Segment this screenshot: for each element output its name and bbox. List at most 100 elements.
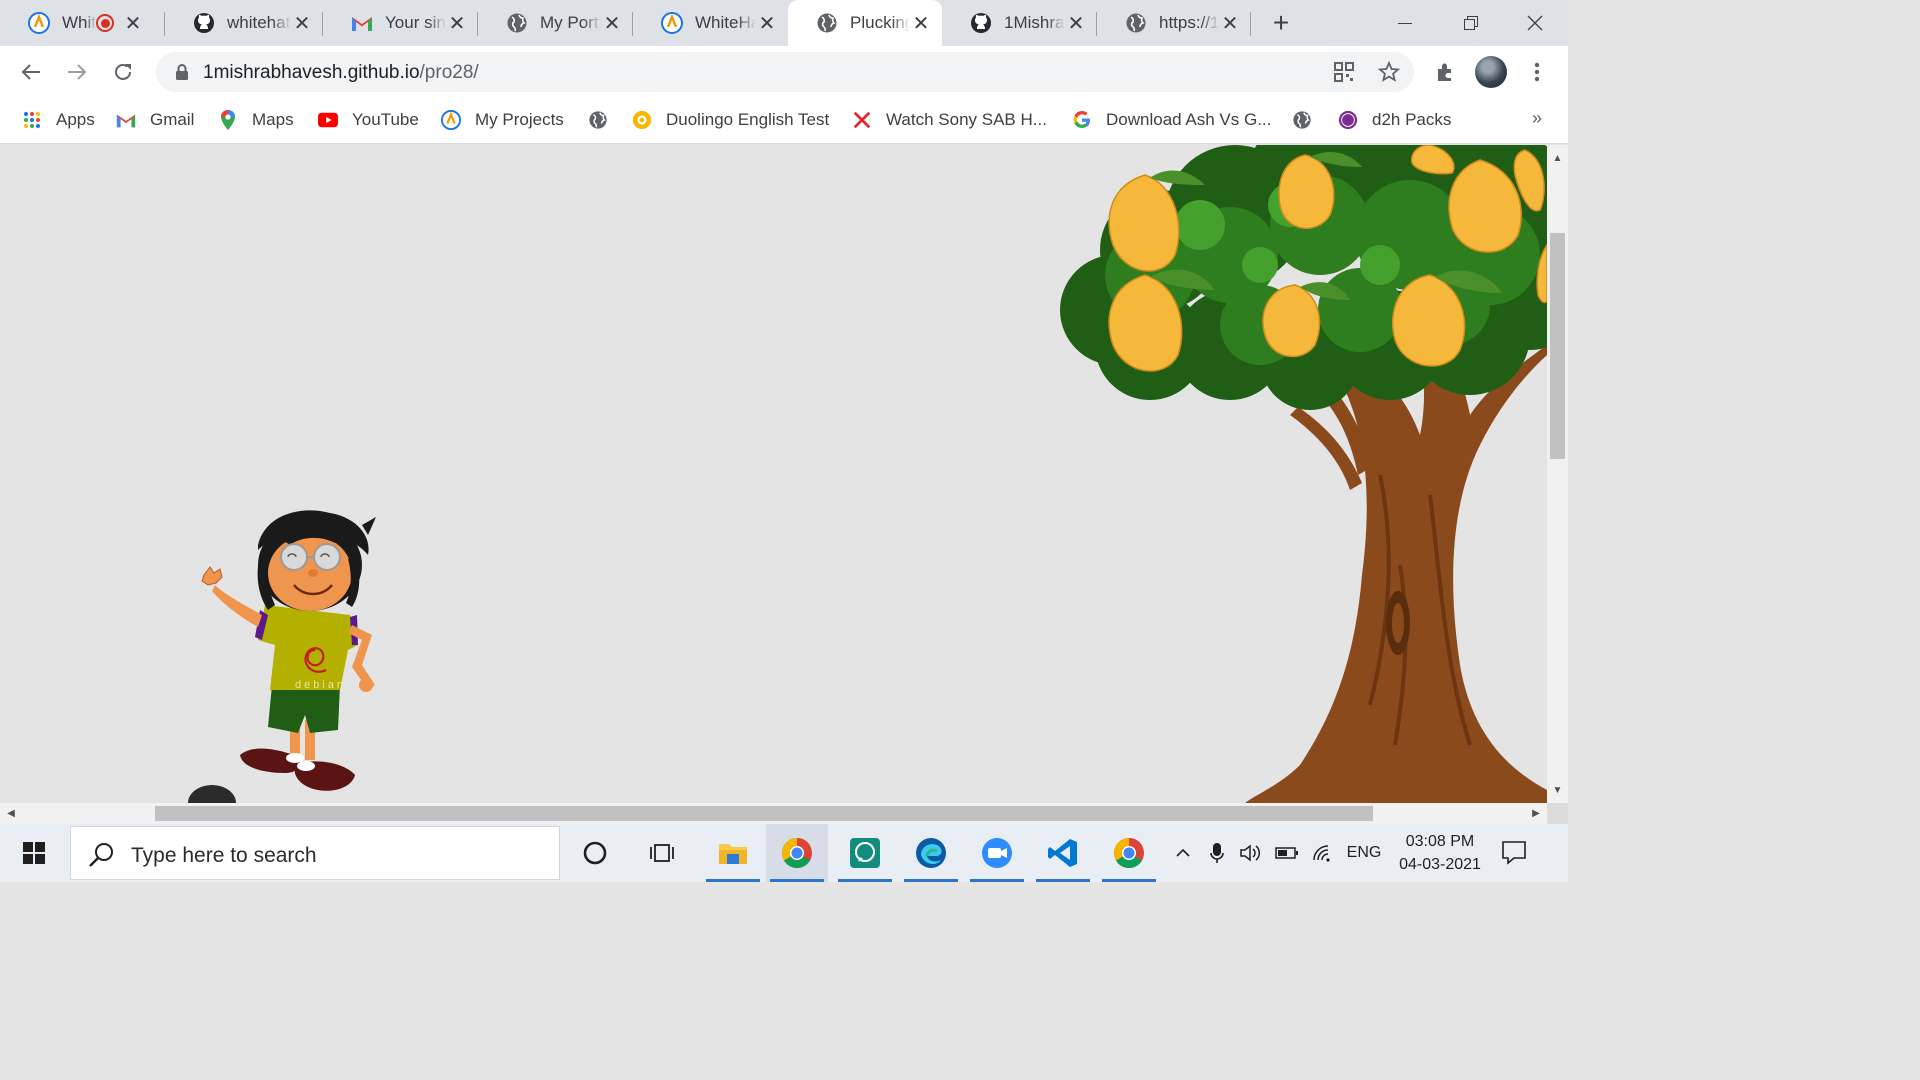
bookmark-label: Gmail bbox=[150, 110, 195, 129]
close-icon[interactable]: ✕ bbox=[756, 12, 778, 35]
address-bar[interactable]: 1mishrabhavesh.github.io/pro28/ bbox=[156, 52, 1414, 92]
bookmark-ash-vs-g[interactable]: Download Ash Vs G... bbox=[1072, 108, 1271, 132]
recording-icon bbox=[96, 14, 114, 32]
boy-character[interactable]: debian bbox=[188, 510, 376, 803]
tab-whitehat[interactable]: WhiteHat Jr ✕ bbox=[0, 0, 165, 46]
horizontal-scrollbar[interactable]: ◀ ▶ bbox=[0, 803, 1547, 824]
globe-icon bbox=[506, 12, 528, 34]
tab-plucking-active[interactable]: Plucking Mangoes ✕ bbox=[788, 0, 942, 46]
restore-button[interactable] bbox=[1438, 0, 1504, 46]
close-icon[interactable]: ✕ bbox=[291, 12, 313, 35]
github-icon bbox=[193, 12, 215, 34]
close-icon[interactable]: ✕ bbox=[122, 12, 144, 35]
vertical-scrollbar[interactable]: ▲ ▼ bbox=[1547, 145, 1568, 803]
tab-https[interactable]: https://1mishrabhavesh ✕ bbox=[1097, 0, 1251, 46]
task-view-icon[interactable] bbox=[632, 824, 694, 882]
tab-gmail[interactable]: Your single ✕ bbox=[323, 0, 478, 46]
vscode-icon[interactable] bbox=[1032, 824, 1094, 882]
game-canvas[interactable]: debian bbox=[0, 145, 1547, 803]
microphone-icon[interactable] bbox=[1204, 824, 1230, 882]
tab-portfolio[interactable]: My Portfolio ✕ bbox=[478, 0, 633, 46]
screen: WhiteHat Jr ✕ whitehat-jr ✕ Your single … bbox=[0, 0, 1568, 882]
url-path: /pro28/ bbox=[419, 62, 479, 83]
close-icon[interactable]: ✕ bbox=[446, 12, 468, 35]
language-indicator[interactable]: ENG bbox=[1342, 824, 1386, 882]
close-icon[interactable]: ✕ bbox=[910, 12, 932, 35]
d2h-icon bbox=[1338, 110, 1358, 130]
bookmark-globe-2[interactable] bbox=[1292, 108, 1326, 132]
chrome-2-taskbar-icon[interactable] bbox=[1098, 824, 1160, 882]
url-host: 1mishrabhavesh.github.io bbox=[203, 62, 420, 83]
tab-whitehat-2[interactable]: WhiteHat Jr ✕ bbox=[633, 0, 788, 46]
gmail-icon bbox=[351, 12, 373, 34]
close-window-button[interactable] bbox=[1502, 0, 1568, 46]
scroll-up-arrow-icon[interactable]: ▲ bbox=[1547, 149, 1568, 167]
youtube-icon bbox=[318, 110, 338, 130]
mango-tree bbox=[1060, 145, 1547, 803]
close-icon[interactable]: ✕ bbox=[1065, 12, 1087, 35]
scroll-down-arrow-icon[interactable]: ▼ bbox=[1547, 781, 1568, 799]
bookmark-d2h[interactable]: d2h Packs bbox=[1338, 108, 1451, 132]
bookmark-maps[interactable]: Maps bbox=[218, 108, 294, 132]
file-explorer-icon[interactable] bbox=[702, 824, 764, 882]
bookmark-globe-1[interactable] bbox=[588, 108, 622, 132]
volume-icon[interactable] bbox=[1236, 824, 1266, 882]
stone bbox=[188, 785, 236, 803]
more-bookmarks-button[interactable]: » bbox=[1532, 108, 1542, 129]
globe-icon bbox=[816, 12, 838, 34]
clock-date: 04-03-2021 bbox=[1399, 856, 1481, 873]
horizontal-scroll-thumb[interactable] bbox=[155, 806, 1373, 821]
bookmark-youtube[interactable]: YouTube bbox=[318, 108, 419, 132]
chrome-taskbar-icon[interactable] bbox=[766, 824, 828, 882]
show-hidden-icons-chevron-icon[interactable] bbox=[1170, 824, 1196, 882]
wifi-icon[interactable] bbox=[1308, 824, 1338, 882]
tab-github-1mishra[interactable]: 1Mishrabhavesh ✕ bbox=[942, 0, 1097, 46]
profile-avatar[interactable] bbox=[1474, 55, 1508, 89]
search-icon bbox=[87, 841, 115, 869]
bookmark-duolingo[interactable]: Duolingo English Test bbox=[632, 108, 829, 132]
battery-icon[interactable] bbox=[1272, 824, 1302, 882]
windows-logo-icon bbox=[23, 842, 45, 864]
bookmark-my-projects[interactable]: My Projects bbox=[441, 108, 564, 132]
whitehat-icon bbox=[441, 110, 461, 130]
tab-github-whitehat[interactable]: whitehat-jr ✕ bbox=[165, 0, 323, 46]
extensions-icon[interactable] bbox=[1428, 55, 1462, 89]
github-icon bbox=[970, 12, 992, 34]
zoom-icon[interactable] bbox=[966, 824, 1028, 882]
reload-button[interactable] bbox=[106, 55, 140, 89]
notification-center-icon[interactable] bbox=[1500, 838, 1530, 868]
minimize-button[interactable] bbox=[1372, 0, 1438, 46]
forward-button[interactable] bbox=[60, 55, 94, 89]
close-icon[interactable]: ✕ bbox=[1219, 12, 1241, 35]
back-button[interactable] bbox=[14, 55, 48, 89]
start-button[interactable] bbox=[0, 824, 68, 882]
globe-icon bbox=[1125, 12, 1147, 34]
scroll-right-arrow-icon[interactable]: ▶ bbox=[1527, 803, 1545, 824]
tab-title: My Portfolio bbox=[540, 13, 601, 32]
vertical-scroll-thumb[interactable] bbox=[1550, 233, 1565, 459]
bookmark-gmail[interactable]: Gmail bbox=[116, 108, 194, 132]
cortana-icon[interactable] bbox=[564, 824, 626, 882]
scroll-left-arrow-icon[interactable]: ◀ bbox=[2, 803, 20, 824]
clock[interactable]: 03:08 PM 04-03-2021 bbox=[1392, 830, 1488, 876]
whitehat-icon bbox=[28, 12, 50, 34]
menu-kebab-icon[interactable] bbox=[1520, 55, 1554, 89]
bookmark-star-icon[interactable] bbox=[1375, 58, 1403, 86]
tab-strip: WhiteHat Jr ✕ whitehat-jr ✕ Your single … bbox=[0, 0, 1568, 46]
tab-title: WhiteHat Jr bbox=[62, 13, 96, 32]
browser-toolbar: 1mishrabhavesh.github.io/pro28/ bbox=[0, 46, 1568, 98]
sony-icon bbox=[852, 110, 872, 130]
bookmark-label: d2h Packs bbox=[1372, 110, 1452, 129]
taskbar-search-box[interactable]: Type here to search bbox=[70, 826, 560, 880]
bookmark-label: Download Ash Vs G... bbox=[1106, 110, 1272, 129]
whatsapp-icon[interactable] bbox=[834, 824, 896, 882]
tab-title: 1Mishrabhavesh bbox=[1004, 13, 1065, 32]
edge-icon[interactable] bbox=[900, 824, 962, 882]
new-tab-button[interactable]: + bbox=[1266, 7, 1296, 38]
tab-title: Plucking Mangoes bbox=[850, 13, 910, 32]
bookmark-apps[interactable]: Apps bbox=[22, 108, 95, 132]
close-icon[interactable]: ✕ bbox=[601, 12, 623, 35]
tab-title: https://1mishrabhavesh bbox=[1159, 13, 1219, 32]
bookmark-sony-sab[interactable]: Watch Sony SAB H... bbox=[852, 108, 1047, 132]
qr-code-icon[interactable] bbox=[1330, 58, 1358, 86]
